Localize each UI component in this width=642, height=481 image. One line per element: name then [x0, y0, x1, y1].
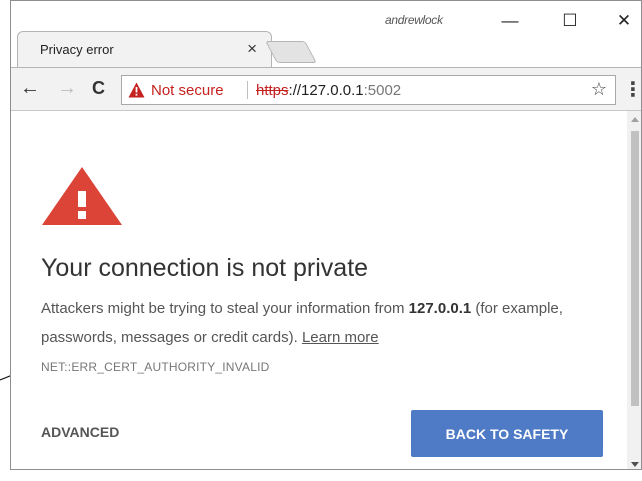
- vertical-scrollbar[interactable]: [627, 111, 641, 469]
- star-icon[interactable]: ☆: [591, 79, 607, 100]
- omnibox-separator: [247, 81, 248, 99]
- url-scheme: https: [256, 82, 289, 99]
- not-secure-warning-icon[interactable]: [128, 82, 145, 98]
- scrollbar-thumb[interactable]: [631, 131, 639, 406]
- tab-title: Privacy error: [40, 42, 114, 57]
- new-tab-button[interactable]: [265, 41, 317, 63]
- not-secure-label[interactable]: Not secure: [151, 82, 224, 99]
- forward-arrow-icon[interactable]: →: [57, 78, 77, 98]
- scroll-up-arrow-icon[interactable]: [631, 117, 639, 122]
- page-title: Your connection is not private: [41, 254, 369, 282]
- url-port: :5002: [363, 82, 402, 99]
- url-host: ://127.0.0.1: [288, 82, 364, 99]
- advanced-button[interactable]: ADVANCED: [41, 424, 119, 440]
- minimize-button[interactable]: —: [498, 11, 522, 31]
- profile-name[interactable]: andrewlock: [385, 13, 443, 27]
- back-to-safety-button[interactable]: BACK TO SAFETY: [411, 410, 603, 457]
- back-arrow-icon[interactable]: ←: [20, 78, 40, 98]
- menu-icon[interactable]: ⋮: [623, 77, 641, 102]
- toolbar: ← → C Not secure https://127.0.0.1:5002 …: [11, 67, 641, 111]
- description-part-1: Attackers might be trying to steal your …: [41, 300, 409, 317]
- warning-triangle-icon: [42, 167, 122, 225]
- maximize-button[interactable]: ☐: [558, 11, 582, 31]
- error-code[interactable]: NET::ERR_CERT_AUTHORITY_INVALID: [41, 360, 269, 374]
- url-text[interactable]: https://127.0.0.1:5002: [256, 82, 401, 99]
- scroll-down-arrow-icon[interactable]: [631, 462, 639, 467]
- error-description: Attackers might be trying to steal your …: [41, 294, 611, 352]
- title-bar: Privacy error × andrewlock — ☐ ✕: [11, 1, 641, 68]
- browser-window: Privacy error × andrewlock — ☐ ✕ ← → C N…: [10, 0, 642, 470]
- learn-more-link[interactable]: Learn more: [302, 329, 379, 346]
- tab-privacy-error[interactable]: Privacy error ×: [17, 31, 272, 68]
- interstitial-page: Your connection is not private Attackers…: [11, 111, 627, 469]
- tab-close-icon[interactable]: ×: [247, 39, 257, 59]
- window-close-button[interactable]: ✕: [612, 11, 636, 31]
- address-bar[interactable]: Not secure https://127.0.0.1:5002 ☆: [121, 75, 616, 105]
- reload-icon[interactable]: C: [92, 78, 105, 98]
- description-host: 127.0.0.1: [408, 300, 472, 317]
